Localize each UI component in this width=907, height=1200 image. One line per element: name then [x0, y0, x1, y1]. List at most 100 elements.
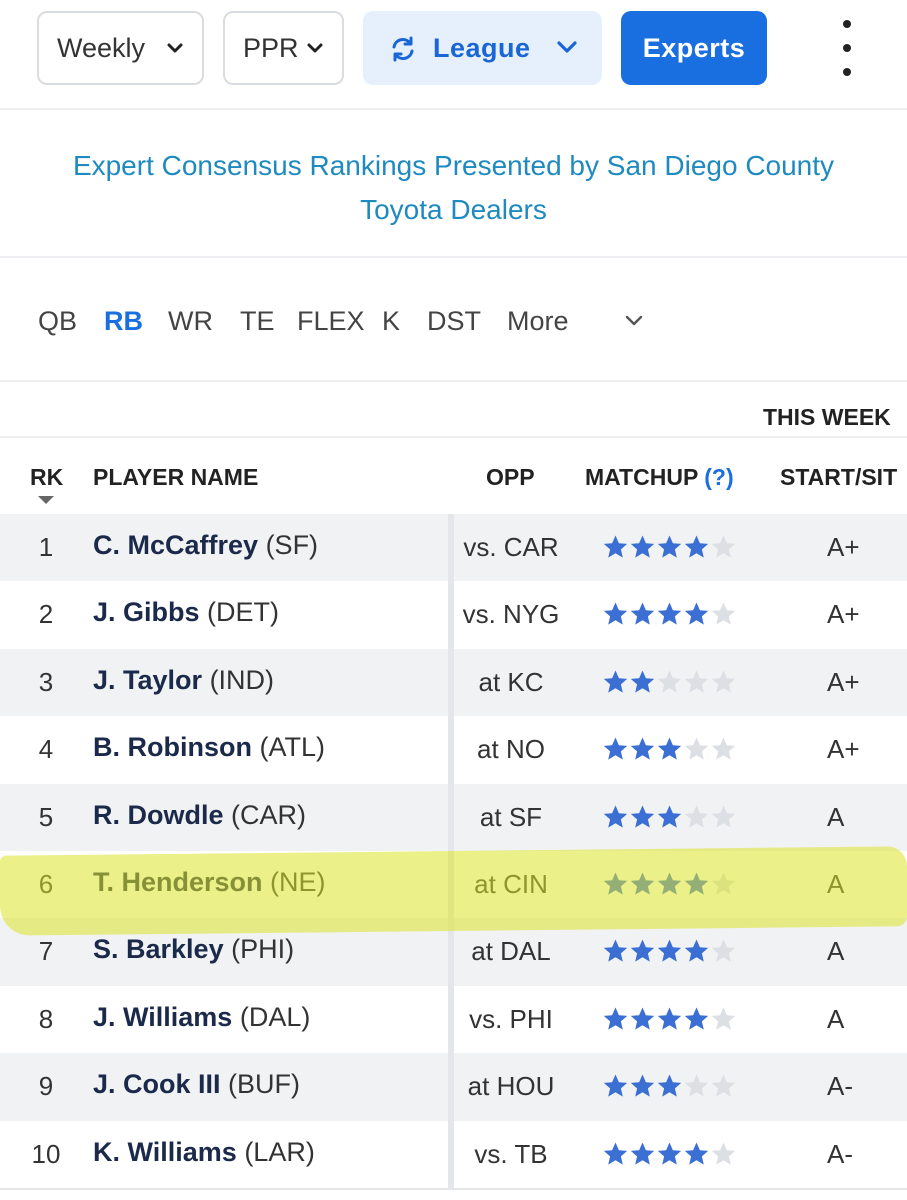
player-name-link[interactable]: T. Henderson	[93, 867, 263, 897]
column-header-start-sit[interactable]: START/SIT	[780, 464, 897, 491]
star-icon	[630, 1142, 655, 1165]
tab-k[interactable]: K	[382, 306, 400, 337]
kebab-menu-icon[interactable]	[830, 20, 864, 76]
opponent-cell: vs. CAR	[463, 532, 559, 562]
player-cell: J. Cook III (BUF)	[93, 1069, 300, 1100]
column-header-rank[interactable]: RK	[30, 464, 63, 491]
player-name-link[interactable]: C. McCaffrey	[93, 530, 258, 560]
header-divider	[0, 436, 907, 438]
matchup-rating	[602, 534, 737, 560]
player-name-link[interactable]: J. Gibbs	[93, 597, 200, 627]
player-cell: J. Gibbs (DET)	[93, 597, 279, 628]
column-header-player[interactable]: PLAYER NAME	[93, 464, 258, 491]
rank-cell: 1	[38, 532, 54, 562]
start-sit-grade: A+	[827, 666, 860, 697]
tab-more[interactable]: More	[507, 306, 569, 337]
table-row[interactable]: 4 B. Robinson (ATL) at NO A+	[0, 716, 907, 784]
matchup-rating	[602, 601, 737, 627]
start-sit-grade: A-	[827, 1138, 853, 1169]
tab-te[interactable]: TE	[240, 306, 275, 337]
star-icon	[630, 670, 655, 693]
star-icon	[657, 535, 682, 558]
period-select[interactable]: Weekly	[37, 11, 204, 85]
rank-cell: 8	[38, 1003, 54, 1034]
tab-dst[interactable]: DST	[427, 306, 481, 337]
table-row[interactable]: 9 J. Cook III (BUF) at HOU A-	[0, 1053, 907, 1121]
matchup-rating	[602, 736, 737, 762]
player-cell: K. Williams (LAR)	[93, 1137, 315, 1168]
player-team: (ATL)	[259, 732, 326, 763]
matchup-rating	[602, 804, 737, 830]
table-row[interactable]: 7 S. Barkley (PHI) at DAL A	[0, 918, 907, 986]
star-icon	[711, 805, 736, 828]
star-icon	[603, 737, 628, 760]
tab-wr[interactable]: WR	[168, 306, 213, 337]
tab-rb[interactable]: RB	[104, 306, 143, 337]
star-icon	[603, 939, 628, 962]
column-header-matchup[interactable]: MATCHUP (?)	[585, 464, 734, 491]
table-row[interactable]: 8 J. Williams (DAL) vs. PHI A	[0, 985, 907, 1054]
opponent-cell: at HOU	[467, 1071, 555, 1102]
sponsor-link[interactable]: Expert Consensus Rankings Presented by S…	[20, 144, 887, 232]
table-row[interactable]: 3 J. Taylor (IND) at KC A+	[0, 648, 907, 717]
player-team: (DET)	[207, 597, 280, 628]
table-row[interactable]: 1 C. McCaffrey (SF) vs. CAR A+	[0, 514, 907, 582]
player-name-link[interactable]: R. Dowdle	[93, 800, 224, 830]
table-row[interactable]: 5 R. Dowdle (CAR) at SF A	[0, 783, 907, 851]
player-team: (DAL)	[239, 1001, 311, 1032]
table-row[interactable]: 6 T. Henderson (NE) at CIN A	[0, 850, 907, 919]
player-name-link[interactable]: K. Williams	[93, 1137, 237, 1167]
table-bottom-border	[0, 1188, 907, 1190]
chevron-down-icon	[307, 43, 323, 53]
star-icon	[630, 602, 655, 625]
matchup-help-link[interactable]: (?)	[704, 464, 733, 490]
rank-cell: 2	[38, 599, 54, 630]
experts-button[interactable]: Experts	[621, 11, 767, 85]
column-header-opp[interactable]: OPP	[486, 464, 535, 491]
star-icon	[684, 602, 709, 625]
player-team: (LAR)	[244, 1136, 315, 1167]
player-name-link[interactable]: J. Williams	[93, 1002, 232, 1032]
scoring-select[interactable]: PPR	[223, 11, 344, 85]
star-icon	[603, 1007, 628, 1030]
star-icon	[630, 939, 655, 962]
star-icon	[711, 602, 736, 625]
player-team: (IND)	[209, 664, 275, 695]
opponent-cell: vs. PHI	[469, 1003, 553, 1034]
player-name-link[interactable]: S. Barkley	[93, 934, 224, 964]
sort-desc-icon	[38, 496, 54, 504]
table-row[interactable]: 10 K. Williams (LAR) vs. TB A-	[0, 1120, 907, 1188]
tab-flex[interactable]: FLEX	[297, 306, 365, 337]
player-cell: B. Robinson (ATL)	[93, 732, 325, 763]
player-name-link[interactable]: J. Cook III	[93, 1069, 221, 1099]
opponent-cell: at SF	[479, 801, 543, 832]
sponsor-banner: Expert Consensus Rankings Presented by S…	[0, 112, 907, 258]
star-icon	[603, 805, 628, 828]
star-icon	[711, 1007, 736, 1030]
matchup-rating	[602, 1073, 737, 1099]
player-name-link[interactable]: B. Robinson	[93, 732, 252, 762]
chevron-down-icon[interactable]	[624, 314, 644, 328]
player-cell: C. McCaffrey (SF)	[93, 530, 318, 561]
star-icon	[657, 1142, 682, 1165]
star-icon	[603, 670, 628, 693]
player-name-link[interactable]: J. Taylor	[93, 665, 202, 695]
star-icon	[684, 939, 709, 962]
star-icon	[711, 872, 736, 895]
opponent-cell: at CIN	[474, 868, 548, 899]
player-cell: S. Barkley (PHI)	[93, 934, 294, 965]
rank-cell: 4	[38, 734, 54, 765]
star-icon	[711, 1074, 736, 1097]
table-row[interactable]: 2 J. Gibbs (DET) vs. NYG A+	[0, 581, 907, 649]
star-icon	[684, 1007, 709, 1030]
league-select[interactable]: League	[363, 11, 602, 85]
chevron-down-icon	[557, 41, 577, 53]
player-team: (NE)	[270, 866, 326, 897]
tab-qb[interactable]: QB	[38, 306, 77, 337]
star-icon	[603, 1142, 628, 1165]
start-sit-grade: A+	[827, 532, 860, 562]
player-team: (PHI)	[231, 934, 295, 965]
opponent-cell: at DAL	[471, 936, 551, 967]
